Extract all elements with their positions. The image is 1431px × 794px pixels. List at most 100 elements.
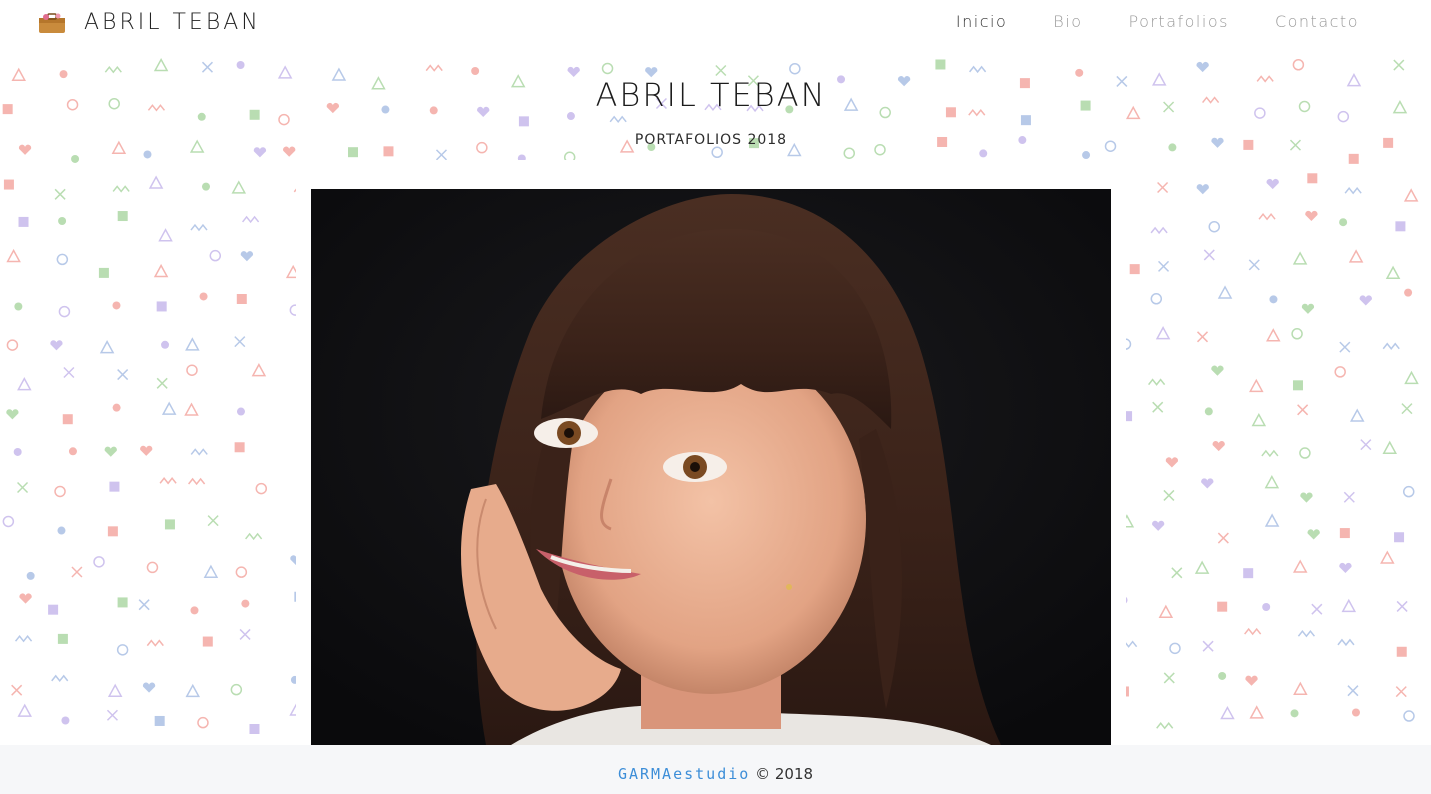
pattern-shape — [253, 147, 267, 158]
pattern-shape — [1293, 681, 1308, 695]
pattern-shape — [1169, 642, 1181, 655]
pattern-shape — [1163, 101, 1175, 113]
pattern-shape — [1152, 401, 1164, 413]
pattern-shape — [1292, 559, 1308, 573]
pattern-shape — [1256, 75, 1274, 83]
pattern-shape — [6, 339, 19, 351]
pattern-shape — [1339, 528, 1350, 539]
nav-portafolios[interactable]: Portafolios — [1128, 12, 1228, 31]
pattern-shape — [1211, 365, 1224, 376]
pattern-shape — [1196, 184, 1209, 195]
pattern-shape — [1289, 139, 1302, 151]
pattern-shape — [190, 223, 208, 232]
brand[interactable]: ABRIL TEBAN — [38, 10, 261, 35]
pattern-shape — [1385, 265, 1401, 279]
pattern-shape — [117, 211, 128, 222]
pattern-shape — [112, 301, 121, 310]
pattern-shape — [6, 409, 19, 420]
pattern-shape — [1298, 100, 1311, 113]
pattern-shape — [1264, 513, 1280, 527]
pattern-shape — [1299, 447, 1311, 459]
pattern-shape — [1156, 722, 1174, 730]
pattern-shape — [1220, 705, 1235, 720]
pattern-shape — [236, 294, 247, 305]
pattern-shape — [1307, 173, 1318, 184]
pattern-shape — [158, 228, 173, 242]
pattern-shape — [1394, 532, 1405, 543]
pattern-shape — [98, 267, 109, 278]
pattern-shape — [143, 150, 152, 159]
nav-bio[interactable]: Bio — [1053, 12, 1082, 31]
pattern-shape — [199, 292, 208, 301]
pattern-shape — [61, 716, 70, 725]
pattern-shape — [1395, 686, 1407, 698]
pattern-shape — [1337, 638, 1355, 647]
pattern-shape — [1339, 218, 1348, 227]
pattern-shape — [241, 599, 250, 608]
footer-studio-link[interactable]: GARMAestudio — [618, 765, 750, 783]
pattern-shape — [230, 683, 243, 696]
pattern-shape — [1158, 604, 1174, 618]
pattern-shape — [201, 61, 214, 73]
pattern-shape — [1258, 213, 1276, 221]
pattern-shape — [185, 337, 200, 351]
pattern-shape — [1251, 412, 1267, 427]
pattern-shape — [104, 446, 117, 457]
pattern-shape — [153, 263, 169, 278]
pattern-shape — [117, 369, 129, 381]
pattern-shape — [234, 336, 246, 348]
pattern-shape — [156, 377, 168, 389]
pattern-shape — [1244, 627, 1262, 636]
pattern-shape — [189, 139, 205, 153]
pattern-shape — [1339, 562, 1352, 574]
pattern-shape — [1249, 705, 1264, 719]
pattern-shape — [63, 366, 75, 378]
pattern-shape — [240, 251, 254, 262]
pattern-shape — [1395, 221, 1406, 232]
pattern-shape — [1208, 220, 1221, 233]
pattern-shape — [161, 401, 177, 415]
pattern-shape — [1403, 188, 1419, 202]
pattern-shape — [159, 477, 177, 485]
page-subtitle: PORTAFOLIOS 2018 — [634, 132, 788, 148]
pattern-shape — [109, 481, 120, 492]
pattern-shape — [54, 485, 66, 498]
pattern-shape — [18, 216, 29, 227]
pattern-shape — [277, 65, 293, 79]
pattern-shape — [146, 561, 159, 574]
pattern-shape — [108, 97, 120, 110]
pattern-shape — [59, 70, 68, 79]
pattern-shape — [188, 477, 206, 486]
pattern-shape — [1254, 107, 1266, 119]
pattern-shape — [1266, 328, 1281, 342]
pattern-shape — [1204, 407, 1213, 416]
pattern-shape — [17, 377, 32, 391]
portrait-photo[interactable] — [311, 189, 1111, 745]
pattern-shape — [190, 448, 208, 456]
pattern-shape — [147, 104, 166, 112]
pattern-shape — [1339, 341, 1351, 353]
nav-contacto[interactable]: Contacto — [1275, 12, 1359, 31]
nav-inicio[interactable]: Inicio — [956, 12, 1007, 31]
pattern-shape — [1341, 598, 1357, 613]
pattern-shape — [186, 364, 198, 376]
pattern-shape — [6, 248, 21, 263]
pattern-shape — [56, 253, 69, 266]
pattern-shape — [255, 482, 268, 495]
pattern-shape — [239, 628, 251, 640]
pattern-shape — [142, 682, 156, 693]
pattern-shape — [1343, 491, 1355, 503]
pattern-shape — [1404, 370, 1419, 385]
pattern-shape — [1349, 408, 1365, 422]
pattern-shape — [1212, 440, 1225, 452]
pattern-shape — [156, 301, 167, 312]
pattern-shape — [1348, 153, 1359, 164]
pattern-shape — [1301, 303, 1315, 314]
pattern-shape — [1300, 492, 1313, 503]
pattern-shape — [2, 104, 13, 115]
pattern-shape — [242, 215, 260, 224]
pattern-shape — [1347, 685, 1359, 697]
pattern-shape — [1383, 137, 1394, 148]
hero-heading: ABRIL TEBAN PORTAFOLIOS 2018 — [296, 56, 1126, 160]
pattern-shape — [164, 519, 175, 530]
